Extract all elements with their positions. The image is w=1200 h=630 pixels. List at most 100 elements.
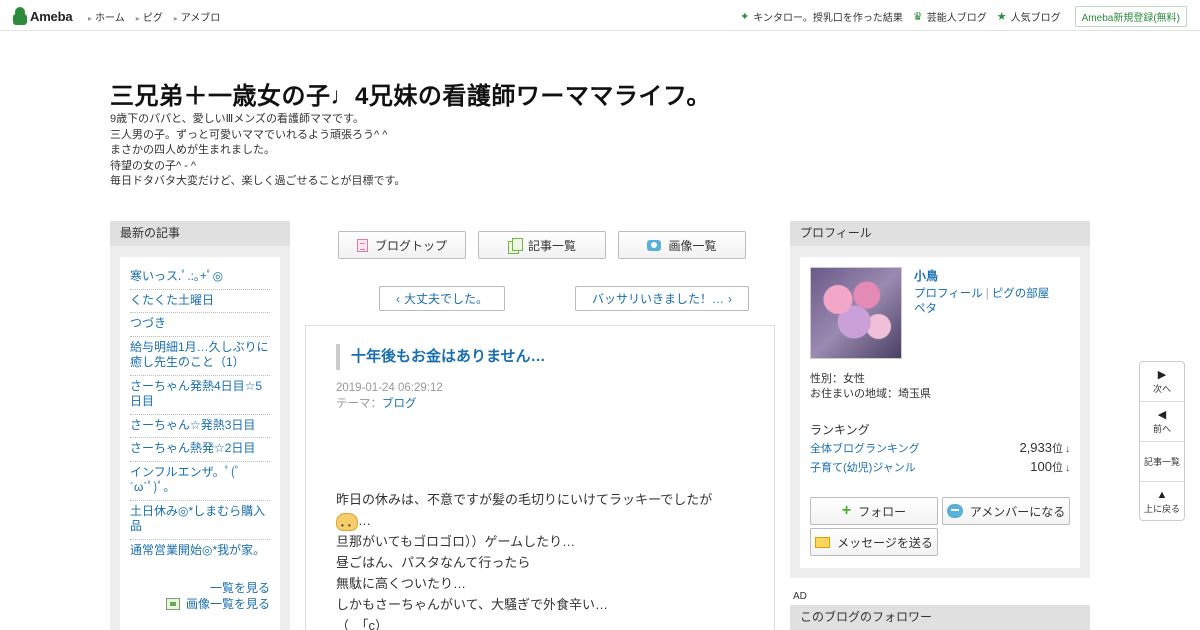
recent-articles-heading: 最新の記事 [110, 221, 290, 246]
recent-article-link[interactable]: 通常営業開始◎*我が家。 [130, 540, 270, 563]
send-message-button[interactable]: メッセージを送る [810, 528, 938, 556]
ranking-unit: 位 [1052, 443, 1063, 455]
body-line: 無駄に高くついたり… [336, 576, 467, 591]
profile-box: 小鳥 プロフィール | ピグの部屋 ペタ 性別：女性 お住まいの地域：埼玉県 ランキ… [800, 257, 1080, 568]
peta-link[interactable]: ペタ [914, 303, 937, 315]
amember-button[interactable]: アメンバーになる [942, 497, 1070, 525]
prev-article-button[interactable]: ‹ 大丈夫でした。 [379, 286, 505, 311]
see-images-link[interactable]: 画像一覧を見る [130, 596, 270, 612]
top-bar: Ameba ホーム ピグ アメブロ ✦ キンタロー。授乳口を作った結果 ♛ 芸能… [0, 0, 1200, 31]
body-line: しかもさーちゃんがいて、大騒ぎで外食辛い… [336, 597, 608, 612]
image-list-label: 画像一覧 [668, 238, 717, 253]
back-icon: ◀ [1157, 408, 1167, 421]
image-list-button[interactable]: 画像一覧 [618, 231, 746, 259]
send-message-label: メッセージを送る [837, 535, 933, 550]
side-prev-button[interactable]: ◀ 前へ [1140, 402, 1184, 442]
recent-article-link[interactable]: 給与明細1月…久しぶりに癒し先生のこと（1） [130, 337, 270, 376]
top-right-links: ✦ キンタロー。授乳口を作った結果 ♛ 芸能人ブログ ★ 人気ブログ Ameba… [740, 6, 1187, 27]
side-list-button[interactable]: 記事一覧 [1140, 442, 1184, 482]
article-list-button[interactable]: 記事一覧 [478, 231, 606, 259]
recent-article-link[interactable]: くたくた土曜日 [130, 290, 270, 313]
pig-room-link[interactable]: ピグの部屋 [992, 288, 1050, 300]
plus-icon: + [841, 502, 852, 519]
blog-description: 9歳下のパパと、愛しいⅢメンズの看護師ママです。 三人男の子。ずっと可愛いママで… [110, 112, 405, 190]
prev-article-label: 大丈夫でした。 [403, 292, 488, 306]
top-nav: ホーム ピグ アメブロ [88, 9, 220, 24]
see-all-articles-link[interactable]: 一覧を見る [130, 580, 270, 596]
sparkle-icon: ✦ [740, 11, 750, 23]
celebrity-blog-label: 芸能人ブログ [926, 13, 987, 24]
profile-gender: 性別：女性 [810, 373, 865, 385]
next-article-button[interactable]: バッサリいきました！… › [575, 286, 749, 311]
profile-heading: プロフィール [790, 221, 1090, 246]
body-line: （ 「c） [336, 618, 389, 630]
image-list-icon [165, 598, 180, 610]
side-top-button[interactable]: ▲ 上に戻る [1140, 482, 1184, 522]
side-list-label: 記事一覧 [1143, 457, 1180, 467]
body-line: 昨日の休みは、不意ですが髪の毛切りにいけてラッキーでしたが [336, 492, 713, 507]
article-title[interactable]: 十年後もお金はありません… [336, 344, 546, 370]
blog-top-button[interactable]: ブログトップ [338, 231, 466, 259]
side-top-label: 上に戻る [1143, 504, 1180, 514]
nav-ameblo[interactable]: アメブロ [174, 9, 221, 24]
article-body: 昨日の休みは、不意ですが髪の毛切りにいけてラッキーでしたが … 旦那がいてもゴロ… [336, 489, 756, 630]
desc-line: 三人男の子。ずっと可愛いママでいれるよう頑張ろう^ ^ [110, 128, 388, 141]
nav-home[interactable]: ホーム [88, 9, 125, 24]
recent-article-link[interactable]: さーちゃん発熱4日目☆5日目 [130, 376, 270, 415]
ranking-value: 2,933 [1019, 440, 1052, 455]
profile-area: お住まいの地域：埼玉県 [810, 388, 931, 400]
recent-article-link[interactable]: 土日休み◎*しまむら購入品 [130, 501, 270, 540]
crown-icon: ♛ [912, 11, 923, 23]
ameba-logo[interactable]: Ameba [13, 6, 73, 26]
documents-icon [507, 238, 523, 254]
nav-pig[interactable]: ピグ [136, 9, 163, 24]
profile-panel: プロフィール 小鳥 プロフィール | ピグの部屋 ペタ 性別：女性 お住まいの地域：… [790, 221, 1090, 578]
ranking-overall-link[interactable]: 全体ブログランキング [810, 440, 920, 456]
follow-button[interactable]: + フォロー [810, 497, 938, 525]
ad-label: AD [793, 591, 807, 602]
side-next-button[interactable]: ▶ 次へ [1140, 362, 1184, 402]
recent-article-link[interactable]: さーちゃん熱発☆2日目 [130, 438, 270, 462]
ranking-row: 子育て(幼児)ジャンル 100位 ↓ [810, 459, 1070, 475]
profile-link[interactable]: プロフィール [914, 288, 983, 300]
chevron-right-icon: › [728, 291, 732, 306]
recent-article-link[interactable]: インフルエンザ。ﾟ(ﾟ´ω`ﾟ)ﾟ。 [130, 462, 270, 501]
body-line: 旦那がいてもゴロゴロ））ゲームしたり… [336, 534, 576, 549]
popular-blog-link[interactable]: ★ 人気ブログ [997, 9, 1061, 24]
followers-heading: このブログのフォロワー [790, 605, 1090, 630]
play-icon: ▶ [1157, 368, 1167, 381]
desc-line: 毎日ドタバタ大変だけど、楽しく過ごせることが目標です。 [110, 175, 406, 188]
blog-top-label: ブログトップ [374, 238, 447, 253]
celebrity-blog-link[interactable]: ♛ 芸能人ブログ [913, 9, 987, 24]
camera-icon [647, 239, 662, 251]
theme-link[interactable]: ブログ [382, 398, 417, 410]
ranking-genre-link[interactable]: 子育て(幼児)ジャンル [810, 459, 916, 475]
profile-links: プロフィール | ピグの部屋 ペタ [914, 287, 1064, 317]
side-prev-label: 前へ [1152, 423, 1171, 434]
ameba-logo-icon [13, 7, 27, 25]
recent-articles-box: 寒いっス.ﾟ.:｡+ﾟ◎ くたくた土曜日 つづき 給与明細1月…久しぶりに癒し先… [120, 257, 280, 630]
article: 十年後もお金はありません… 2019-01-24 06:29:12 テーマ：ブロ… [305, 325, 775, 630]
body-line: … [336, 510, 756, 536]
blog-title[interactable]: 三兄弟＋一歳女の子♩4兄妹の看護師ワーママライフ。 [110, 76, 711, 111]
recent-article-link[interactable]: つづき [130, 313, 270, 337]
ranking-heading: ランキング [810, 423, 870, 437]
side-nav: ▶ 次へ ◀ 前へ 記事一覧 ▲ 上に戻る [1139, 361, 1185, 521]
article-date: 2019-01-24 06:29:12 [336, 382, 443, 394]
avatar[interactable] [810, 267, 902, 359]
popular-blog-label: 人気ブログ [1010, 13, 1061, 24]
article-meta: 2019-01-24 06:29:12 テーマ：ブログ [336, 380, 443, 412]
trending-link-label: キンタロー。授乳口を作った結果 [753, 13, 903, 24]
article-theme: テーマ：ブログ [336, 396, 443, 412]
arrow-up-icon: ▲ [1156, 489, 1168, 501]
profile-name[interactable]: 小鳥 [914, 267, 938, 284]
down-arrow-icon: ↓ [1065, 463, 1070, 474]
see-images-label: 画像一覧を見る [185, 597, 270, 611]
recent-article-link[interactable]: さーちゃん☆発熱3日目 [130, 415, 270, 438]
desc-line: まさかの四人めが生まれました。 [110, 144, 275, 157]
signup-button[interactable]: Ameba新規登録(無料) [1074, 6, 1187, 27]
trending-link[interactable]: ✦ キンタロー。授乳口を作った結果 [740, 9, 903, 24]
recent-article-link[interactable]: 寒いっス.ﾟ.:｡+ﾟ◎ [130, 266, 270, 290]
document-icon [356, 238, 368, 252]
next-article-label: バッサリいきました！… [591, 292, 724, 306]
